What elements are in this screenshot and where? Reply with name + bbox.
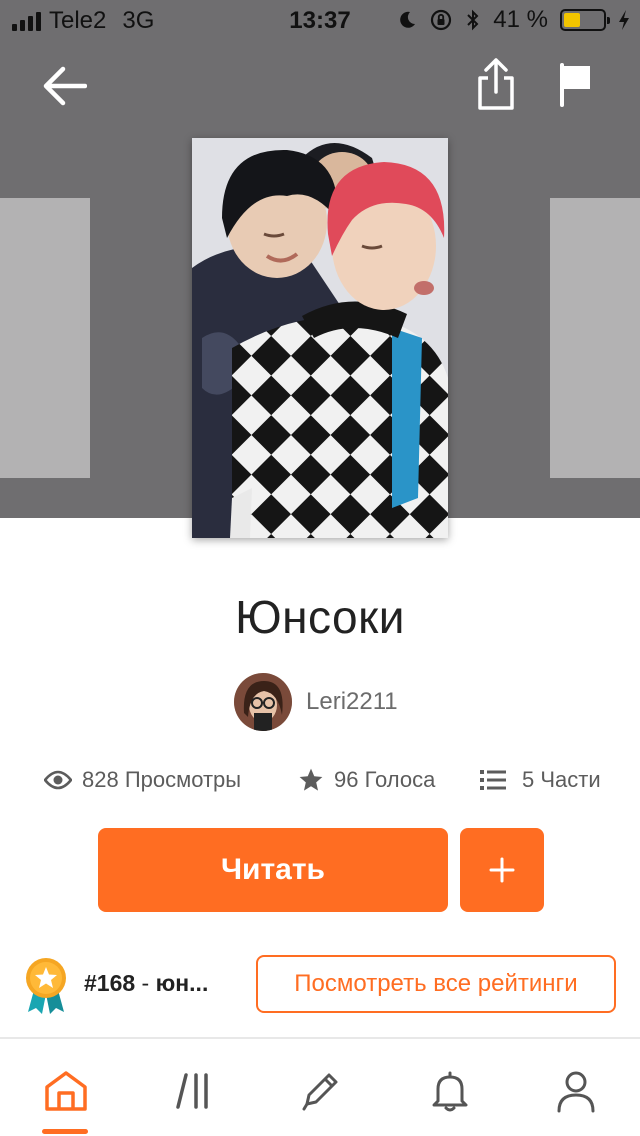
battery-percent: 41 % [493, 6, 548, 33]
story-cover-image [192, 138, 448, 538]
profile-icon [557, 1071, 595, 1113]
active-tab-indicator [42, 1129, 88, 1134]
nav-notifications[interactable] [420, 1061, 480, 1121]
write-icon [302, 1073, 338, 1111]
rank-separator: - [135, 970, 156, 996]
rank-number: #168 [84, 970, 136, 996]
list-icon [480, 770, 506, 790]
author-name: Leri2211 [306, 688, 398, 715]
plus-icon [489, 857, 515, 883]
read-button[interactable]: Читать [98, 828, 448, 912]
views-stat: 828 Просмотры [44, 762, 241, 798]
notifications-icon [432, 1071, 468, 1112]
charging-icon [619, 10, 629, 30]
library-icon [176, 1073, 208, 1109]
votes-stat: 96 Голоса [298, 762, 435, 798]
bottom-navigation [0, 1037, 640, 1136]
story-stats: 828 Просмотры 96 Голоса 5 Части [0, 762, 640, 798]
report-button[interactable] [552, 56, 600, 112]
nav-profile[interactable] [546, 1061, 606, 1121]
flag-icon [560, 63, 590, 107]
bluetooth-icon [467, 9, 479, 31]
arrow-left-icon [43, 66, 87, 106]
story-title: Юнсоки [235, 591, 405, 643]
status-right: 41 % [397, 6, 630, 34]
nav-home[interactable] [36, 1061, 96, 1121]
rank-text[interactable]: #168 - юн... [84, 970, 240, 997]
votes-count: 96 Голоса [334, 767, 436, 792]
author-avatar [234, 673, 292, 731]
battery-fill [564, 13, 580, 27]
parts-stat: 5 Части [480, 762, 601, 798]
home-icon [45, 1071, 87, 1111]
star-icon [299, 768, 323, 791]
nav-library[interactable] [164, 1061, 224, 1121]
parts-count: 5 Части [522, 767, 601, 792]
rank-badge-icon [22, 956, 70, 1016]
author-link[interactable]: Leri2211 [234, 672, 398, 732]
view-all-rankings-button[interactable]: Посмотреть все рейтинги [256, 955, 616, 1013]
share-icon [478, 58, 514, 110]
views-count: 828 Просмотры [82, 767, 242, 792]
status-bar: Tele2 3G 13:37 41 % [0, 0, 640, 40]
nav-write[interactable] [290, 1061, 350, 1121]
rank-tag: юн... [155, 970, 209, 996]
next-cover-placeholder[interactable] [550, 198, 640, 478]
battery-icon [560, 9, 610, 31]
previous-cover-placeholder[interactable] [0, 198, 90, 478]
share-button[interactable] [470, 54, 522, 114]
back-button[interactable] [36, 58, 92, 114]
rotation-lock-icon [431, 9, 452, 31]
eye-icon [44, 770, 72, 790]
moon-icon [400, 11, 416, 28]
add-to-library-button[interactable] [460, 828, 544, 912]
